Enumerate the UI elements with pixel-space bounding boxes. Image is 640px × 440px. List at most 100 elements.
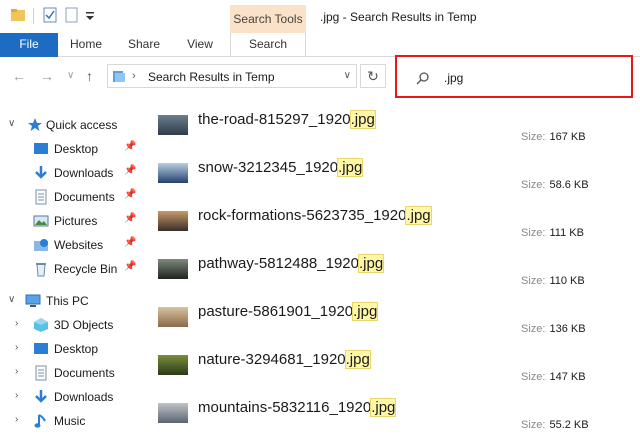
search-match-highlight: .jpg bbox=[405, 206, 432, 225]
sidebar-item-label: Desktop bbox=[54, 142, 99, 156]
expand-chevron-icon[interactable]: › bbox=[15, 366, 18, 377]
recent-locations-chevron-icon[interactable]: ∨ bbox=[67, 68, 74, 84]
breadcrumb[interactable]: Search Results in Temp bbox=[148, 70, 275, 84]
file-name: rock-formations-5623735_1920.jpg bbox=[198, 206, 432, 225]
list-item[interactable]: nature-3294681_1920.jpg Size: 147 KB bbox=[155, 348, 640, 396]
file-size: Size: 111 KB bbox=[521, 227, 584, 239]
customize-toolbar-chevron-icon[interactable] bbox=[84, 7, 96, 23]
sidebar-item-label: Music bbox=[54, 414, 86, 428]
tab-file[interactable]: File bbox=[0, 33, 58, 57]
computer-icon bbox=[25, 294, 41, 307]
sidebar-item-music[interactable]: › Music bbox=[0, 410, 146, 432]
expand-chevron-icon[interactable]: › bbox=[15, 342, 18, 353]
image-thumbnail bbox=[158, 307, 188, 327]
pictures-icon bbox=[33, 215, 49, 227]
sidebar-item-desktop[interactable]: Desktop 📌 bbox=[0, 138, 146, 160]
file-name-stem: mountains-5832116_1920 bbox=[198, 399, 372, 416]
sidebar-item-documents[interactable]: Documents 📌 bbox=[0, 186, 146, 208]
documents-icon bbox=[35, 189, 47, 205]
sidebar-item-label: This PC bbox=[46, 294, 89, 308]
music-note-icon bbox=[34, 414, 46, 428]
image-thumbnail bbox=[158, 115, 188, 135]
download-icon bbox=[35, 166, 47, 179]
list-item[interactable]: rock-formations-5623735_1920.jpg Size: 111… bbox=[155, 204, 640, 252]
refresh-button[interactable]: ↻ bbox=[360, 64, 386, 88]
websites-folder-icon bbox=[34, 239, 48, 251]
sidebar-item-downloads[interactable]: Downloads 📌 bbox=[0, 162, 146, 184]
sidebar-item-recycle-bin[interactable]: Recycle Bin 📌 bbox=[0, 258, 146, 280]
sidebar-item-label: Documents bbox=[54, 190, 115, 204]
image-thumbnail bbox=[158, 259, 188, 279]
expand-chevron-icon[interactable]: › bbox=[15, 390, 18, 401]
file-size: Size: 55.2 KB bbox=[521, 419, 589, 431]
sidebar-item-websites[interactable]: Websites 📌 bbox=[0, 234, 146, 256]
up-arrow-icon[interactable]: ↑ bbox=[86, 68, 93, 84]
pin-icon[interactable]: 📌 bbox=[124, 237, 136, 248]
image-thumbnail bbox=[158, 403, 188, 423]
properties-icon[interactable] bbox=[42, 7, 58, 23]
list-item[interactable]: pathway-5812488_1920.jpg Size: 110 KB bbox=[155, 252, 640, 300]
expand-chevron-icon[interactable]: › bbox=[15, 414, 18, 425]
new-folder-icon[interactable] bbox=[64, 7, 80, 23]
sidebar-item-this-pc[interactable]: ∨ This PC bbox=[0, 290, 146, 312]
size-value: 55.2 KB bbox=[549, 419, 589, 431]
search-match-highlight: .jpg bbox=[357, 254, 385, 273]
address-dropdown-icon[interactable]: ∨ bbox=[344, 70, 351, 81]
sidebar-item-quick-access[interactable]: ∨ Quick access bbox=[0, 114, 146, 136]
size-value: 136 KB bbox=[549, 323, 586, 335]
file-size: Size: 167 KB bbox=[521, 131, 586, 143]
tab-home[interactable]: Home bbox=[62, 33, 110, 57]
file-name-stem: the-road-815297_1920 bbox=[198, 111, 351, 128]
size-value: 111 KB bbox=[549, 227, 584, 239]
file-name: the-road-815297_1920.jpg bbox=[198, 110, 376, 129]
file-name: mountains-5832116_1920.jpg bbox=[198, 398, 397, 417]
list-item[interactable]: snow-3212345_1920.jpg Size: 58.6 KB bbox=[155, 156, 640, 204]
list-item[interactable]: mountains-5832116_1920.jpg Size: 55.2 KB bbox=[155, 396, 640, 440]
sidebar-item-label: 3D Objects bbox=[54, 318, 114, 332]
pin-icon[interactable]: 📌 bbox=[124, 261, 136, 272]
address-bar[interactable]: › Search Results in Temp ∨ bbox=[107, 64, 357, 88]
sidebar-item-label: Recycle Bin bbox=[54, 262, 118, 276]
expand-chevron-icon[interactable]: › bbox=[15, 318, 18, 329]
file-name-stem: rock-formations-5623735_1920 bbox=[198, 207, 407, 224]
sidebar-item-3d-objects[interactable]: › 3D Objects bbox=[0, 314, 146, 336]
tab-search[interactable]: Search bbox=[230, 33, 306, 57]
file-name: pasture-5861901_1920.jpg bbox=[198, 302, 379, 321]
size-label: Size: bbox=[521, 227, 546, 239]
list-item[interactable]: the-road-815297_1920.jpg Size: 167 KB bbox=[155, 108, 640, 156]
back-arrow-icon[interactable]: ← bbox=[12, 68, 26, 84]
size-value: 58.6 KB bbox=[549, 179, 589, 191]
expand-chevron-icon[interactable]: ∨ bbox=[8, 118, 15, 129]
size-value: 167 KB bbox=[549, 131, 586, 143]
search-match-highlight: .jpg bbox=[349, 110, 376, 129]
image-thumbnail bbox=[158, 163, 188, 183]
sidebar-item-pc-downloads[interactable]: › Downloads bbox=[0, 386, 146, 408]
separator bbox=[33, 8, 34, 24]
forward-arrow-icon[interactable]: → bbox=[40, 68, 54, 84]
breadcrumb-chevron-icon[interactable]: › bbox=[132, 70, 136, 82]
search-tools-header: Search Tools bbox=[230, 5, 306, 33]
size-label: Size: bbox=[521, 179, 546, 191]
star-icon bbox=[28, 118, 42, 131]
sidebar-item-label: Downloads bbox=[54, 166, 114, 180]
pin-icon[interactable]: 📌 bbox=[124, 213, 136, 224]
recycle-bin-icon bbox=[36, 263, 46, 277]
sidebar-item-pictures[interactable]: Pictures 📌 bbox=[0, 210, 146, 232]
tab-view[interactable]: View bbox=[176, 33, 224, 57]
size-value: 110 KB bbox=[549, 275, 585, 287]
sidebar-item-pc-documents[interactable]: › Documents bbox=[0, 362, 146, 384]
expand-chevron-icon[interactable]: ∨ bbox=[8, 294, 15, 305]
search-results-list: the-road-815297_1920.jpg Size: 167 KB snow-… bbox=[155, 108, 640, 440]
search-match-highlight: .jpg bbox=[337, 158, 364, 177]
sidebar-item-pc-desktop[interactable]: › Desktop bbox=[0, 338, 146, 360]
search-results-icon bbox=[113, 71, 125, 82]
window-title: .jpg - Search Results in Temp bbox=[320, 10, 477, 24]
list-item[interactable]: pasture-5861901_1920.jpg Size: 136 KB bbox=[155, 300, 640, 348]
sidebar-item-label: Websites bbox=[54, 238, 104, 252]
sidebar-item-label: Desktop bbox=[54, 342, 99, 356]
download-icon bbox=[35, 390, 47, 403]
pin-icon[interactable]: 📌 bbox=[124, 141, 136, 152]
pin-icon[interactable]: 📌 bbox=[124, 189, 136, 200]
pin-icon[interactable]: 📌 bbox=[124, 165, 136, 176]
tab-share[interactable]: Share bbox=[120, 33, 168, 57]
